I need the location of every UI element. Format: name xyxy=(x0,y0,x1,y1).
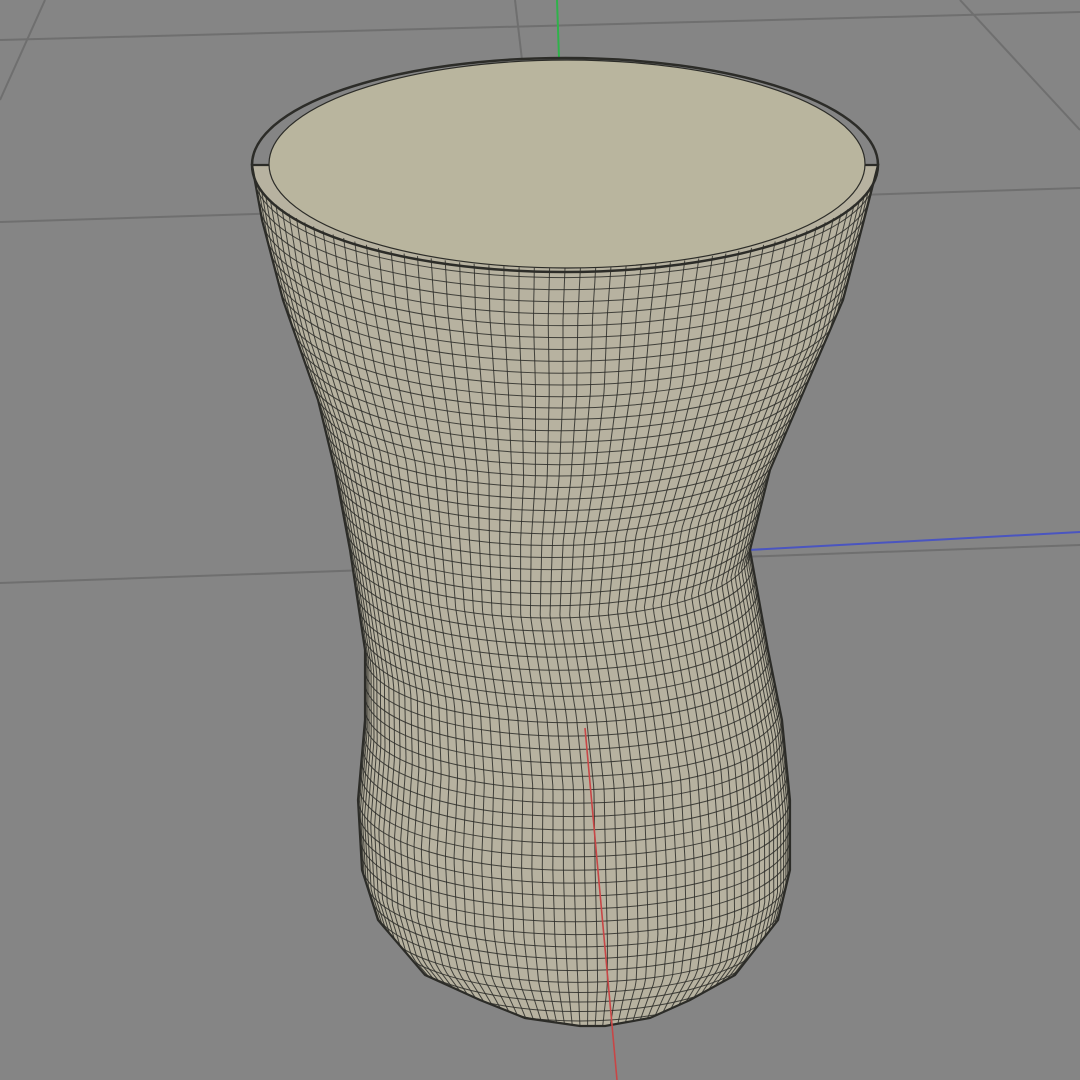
mesh-top-cap xyxy=(268,59,866,269)
3d-viewport[interactable] xyxy=(0,0,1080,1080)
viewport-canvas[interactable] xyxy=(0,0,1080,1080)
